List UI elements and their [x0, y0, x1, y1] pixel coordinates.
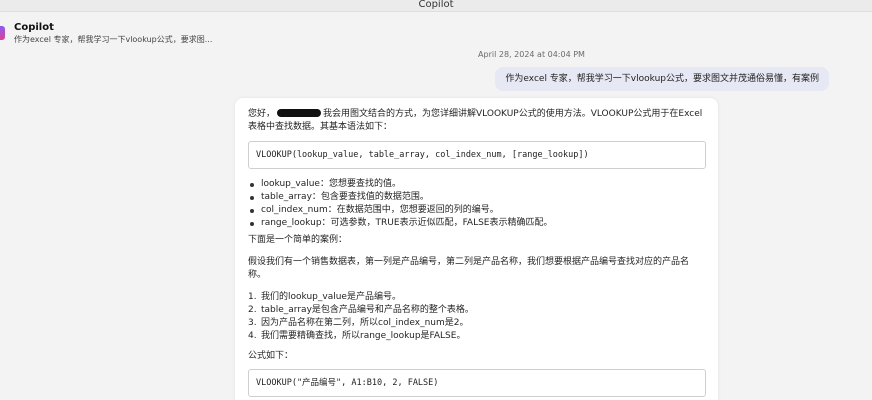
user-message-bubble: 作为excel 专家，帮我学习一下vlookup公式，要求图文并茂通俗易懂，有案… [495, 67, 829, 91]
param-name: col_index_num [261, 205, 328, 215]
answer-intro: 您好， 我会用图文结合的方式，为您详细讲解VLOOKUP公式的使用方法。VLOOK… [248, 108, 706, 134]
list-item: range_lookup：可选参数，TRUE表示近似匹配，FALSE表示精确匹配… [248, 217, 706, 230]
param-desc: ：在数据范围中，您想要返回的列的编号。 [327, 205, 499, 215]
example-heading: 下面是一个简单的案例： [248, 235, 348, 245]
window-titlebar: Copilot [0, 0, 872, 12]
user-message-text: 作为excel 专家，帮我学习一下vlookup公式，要求图文并茂通俗易懂，有案… [505, 74, 819, 84]
example-steps: 1. 我们的lookup_value是产品编号。 2. table_array是包含… [248, 291, 706, 343]
answer-greeting: 您好， [248, 109, 276, 119]
formula-code-block[interactable]: VLOOKUP("产品编号", A1:B10, 2, FALSE) [248, 369, 706, 397]
step-number: 4. [248, 331, 257, 341]
list-item: lookup_value：您想要查找的值。 [248, 178, 706, 191]
list-item: 3. 因为产品名称在第二列，所以col_index_num是2。 [248, 317, 706, 330]
step-number: 3. [248, 318, 257, 328]
window-title: Copilot [418, 0, 454, 10]
formula-heading: 公式如下： [248, 351, 294, 361]
param-name: lookup_value [261, 179, 320, 189]
conversation-title[interactable]: Copilot [14, 22, 54, 33]
copilot-answer-card: 您好， 我会用图文结合的方式，为您详细讲解VLOOKUP公式的使用方法。VLOOK… [235, 98, 718, 400]
redacted-name [277, 109, 322, 117]
step-text: 我们的lookup_value是产品编号。 [261, 292, 401, 302]
step-number: 1. [248, 292, 257, 302]
step-number: 2. [248, 305, 257, 315]
list-item: 2. table_array是包含产品编号和产品名称的整个表格。 [248, 304, 706, 317]
parameter-list: lookup_value：您想要查找的值。 table_array：包含要查找值… [248, 178, 706, 230]
step-text: table_array是包含产品编号和产品名称的整个表格。 [261, 305, 474, 315]
list-item: 4. 我们需要精确查找，所以range_lookup是FALSE。 [248, 330, 706, 343]
message-timestamp: April 28, 2024 at 04:04 PM [478, 50, 585, 59]
active-conversation-indicator [0, 26, 5, 40]
param-name: range_lookup [261, 218, 322, 228]
step-text: 因为产品名称在第二列，所以col_index_num是2。 [261, 318, 469, 328]
param-desc: ：包含要查找值的数据范围。 [311, 192, 429, 202]
conversation-preview[interactable]: 作为excel 专家，帮我学习一下vlookup公式，要求图... [14, 34, 212, 45]
param-name: table_array [261, 192, 312, 202]
list-item: 1. 我们的lookup_value是产品编号。 [248, 291, 706, 304]
param-desc: ：您想要查找的值。 [319, 179, 401, 189]
formula-code: VLOOKUP("产品编号", A1:B10, 2, FALSE) [256, 378, 439, 388]
syntax-code: VLOOKUP(lookup_value, table_array, col_i… [256, 150, 589, 160]
list-item: col_index_num：在数据范围中，您想要返回的列的编号。 [248, 204, 706, 217]
syntax-code-block[interactable]: VLOOKUP(lookup_value, table_array, col_i… [248, 141, 706, 169]
list-item: table_array：包含要查找值的数据范围。 [248, 191, 706, 204]
step-text: 我们需要精确查找，所以range_lookup是FALSE。 [261, 331, 466, 341]
example-description: 假设我们有一个销售数据表，第一列是产品编号，第二列是产品名称，我们想要根据产品编… [248, 257, 690, 280]
param-desc: ：可选参数，TRUE表示近似匹配，FALSE表示精确匹配。 [321, 218, 553, 228]
